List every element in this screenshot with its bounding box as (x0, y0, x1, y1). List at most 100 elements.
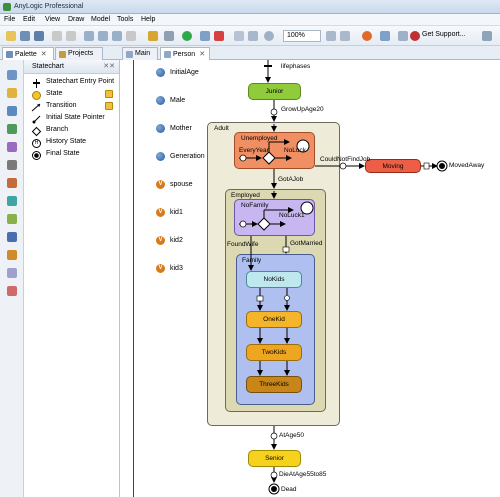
get-support-button[interactable]: Get Support... (422, 31, 466, 38)
category-icon[interactable] (7, 106, 17, 116)
category-icon[interactable] (7, 88, 17, 98)
transition-at-age-50-label: AtAge50 (279, 432, 304, 439)
transition-moved-away[interactable] (421, 162, 438, 170)
palette-panel: Statechart ✕✕ Statechart Entry Point Sta… (24, 60, 120, 497)
support-icon[interactable] (410, 31, 420, 41)
state-icon (32, 91, 41, 100)
palette-item-label: Initial State Pointer (46, 114, 105, 121)
menu-bar: File Edit View Draw Model Tools Help (0, 14, 500, 26)
run-icon[interactable] (182, 31, 192, 41)
category-icon[interactable] (7, 286, 17, 296)
palette-item-entry-point[interactable]: Statechart Entry Point (24, 78, 119, 89)
grid-icon[interactable] (398, 31, 408, 41)
category-icon[interactable] (7, 250, 17, 260)
close-icon[interactable]: ✕ (41, 51, 47, 58)
palette-item-label: Final State (46, 150, 80, 157)
no-luck1-label: NoLuck1 (279, 212, 305, 219)
transition-could-not-find-job[interactable] (315, 162, 365, 170)
palette-item-initial-pointer[interactable]: Initial State Pointer (24, 114, 119, 125)
category-icon[interactable] (7, 124, 17, 134)
build-icon[interactable] (148, 31, 158, 41)
redo-icon[interactable] (66, 31, 76, 41)
transition-every-year-label: EveryYear (239, 147, 269, 154)
tab-main[interactable]: Main (122, 47, 158, 60)
pan-icon[interactable] (248, 31, 258, 41)
palette-item-history[interactable]: H History State (24, 138, 119, 149)
transition-got-a-job-label: GotAJob (278, 176, 304, 183)
category-icon[interactable] (7, 196, 17, 206)
category-icon[interactable] (7, 214, 17, 224)
undo-icon[interactable] (52, 31, 62, 41)
tab-palette-label: Palette (15, 51, 37, 58)
marker-icon[interactable] (362, 31, 372, 41)
transition-at-age-50[interactable] (270, 426, 278, 450)
entry-point-lifephases[interactable] (264, 60, 272, 83)
palette-item-final-state[interactable]: Final State (24, 150, 119, 161)
transition-one-kid-to-two-kids[interactable] (257, 328, 290, 344)
final-state-moved-away-label: MovedAway (449, 162, 485, 169)
transition-grow-up[interactable] (270, 100, 278, 122)
menu-edit[interactable]: Edit (23, 16, 35, 23)
palette-section-header[interactable]: Statechart ✕✕ (24, 60, 119, 74)
palette-item-label: History State (46, 138, 87, 145)
transition-got-married-label: GotMarried (290, 240, 323, 247)
tab-person-label: Person (173, 51, 196, 58)
statechart-canvas[interactable]: InitialAge Male Mother Generation Vspous… (121, 60, 500, 497)
select-icon[interactable] (234, 31, 244, 41)
category-icon[interactable] (7, 232, 17, 242)
category-icon[interactable] (7, 160, 17, 170)
edit-icon[interactable] (105, 90, 113, 98)
transition-die[interactable] (270, 467, 278, 483)
branch-icon (31, 126, 42, 137)
entry-point-icon (33, 79, 40, 88)
transition-no-kids-to-one-kid[interactable] (256, 288, 290, 311)
category-icon[interactable] (7, 178, 17, 188)
menu-help[interactable]: Help (141, 16, 155, 23)
tab-palette[interactable]: Palette ✕ (2, 47, 54, 60)
zoom-field[interactable]: 100% (283, 30, 321, 42)
zoom-icon[interactable] (264, 31, 274, 41)
new-model-icon[interactable] (6, 31, 16, 41)
menu-draw[interactable]: Draw (68, 16, 84, 23)
no-luck-label: NoLuck (284, 147, 307, 154)
initial-pointer-icon (32, 115, 41, 124)
tab-person[interactable]: Person ✕ (160, 47, 210, 60)
cut-icon[interactable] (84, 31, 94, 41)
transition-got-married[interactable] (282, 236, 290, 254)
palette-item-state[interactable]: State (24, 90, 119, 101)
stop-icon[interactable] (214, 31, 224, 41)
tab-main-label: Main (135, 50, 151, 57)
tab-projects[interactable]: Projects (55, 47, 103, 60)
delete-icon[interactable] (126, 31, 136, 41)
collapse-icon[interactable]: ✕✕ (103, 62, 115, 70)
person-icon (164, 51, 171, 58)
transition-found-wife-label: FoundWife (227, 241, 259, 248)
zoom-in-icon[interactable] (326, 31, 336, 41)
edit-icon[interactable] (105, 102, 113, 110)
perspective-icon[interactable] (482, 31, 492, 41)
menu-file[interactable]: File (4, 16, 15, 23)
category-icon[interactable] (7, 268, 17, 278)
zoom-out-icon[interactable] (340, 31, 350, 41)
menu-view[interactable]: View (45, 16, 60, 23)
title-bar: AnyLogic Professional (0, 0, 500, 14)
final-state-moved-away[interactable] (436, 160, 448, 172)
open-icon[interactable] (20, 31, 30, 41)
help-icon[interactable] (380, 31, 390, 41)
palette-item-label: State (46, 90, 63, 97)
paste-icon[interactable] (112, 31, 122, 41)
settings-icon[interactable] (164, 31, 174, 41)
palette-item-transition[interactable]: Transition (24, 102, 119, 113)
app-logo-icon (3, 3, 11, 11)
transition-two-kids-to-three-kids[interactable] (257, 361, 290, 376)
debug-icon[interactable] (200, 31, 210, 41)
close-icon[interactable]: ✕ (199, 51, 205, 58)
save-icon[interactable] (34, 31, 44, 41)
category-icon[interactable] (7, 142, 17, 152)
final-state-dead[interactable] (268, 483, 280, 495)
palette-item-branch[interactable]: Branch (24, 126, 119, 137)
menu-tools[interactable]: Tools (117, 16, 133, 23)
copy-icon[interactable] (98, 31, 108, 41)
category-icon[interactable] (7, 70, 17, 80)
menu-model[interactable]: Model (91, 16, 110, 23)
